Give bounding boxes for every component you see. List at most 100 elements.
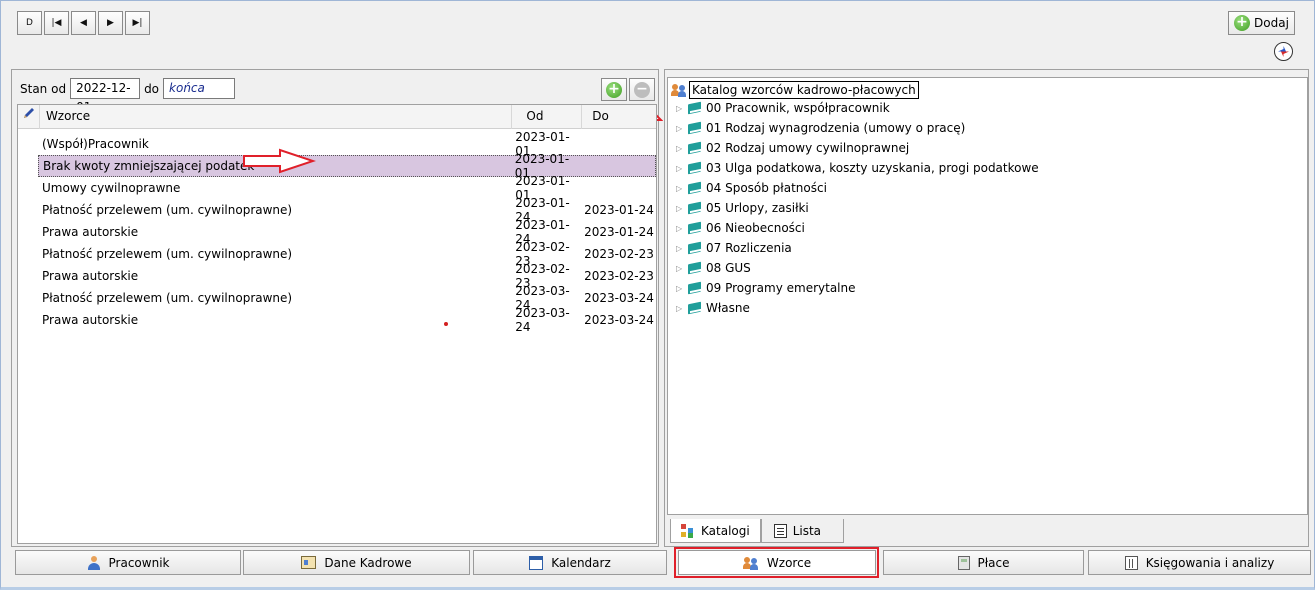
compass-icon[interactable] [1274,42,1293,61]
tree-node[interactable]: ▷ Własne [676,298,750,318]
tree-node[interactable]: ▷ 07 Rozliczenia [676,238,792,258]
catalog-tree: Katalog wzorców kadrowo-płacowych ▷ 00 Pr… [667,77,1308,515]
ledger-icon [1124,555,1138,570]
tree-node[interactable]: ▷ 01 Rodzaj wynagrodzenia (umowy o pracę) [676,118,965,138]
compass-glyph [1278,46,1289,57]
cell-name: Płatność przelewem (um. cywilnoprawne) [42,203,293,217]
cell-name: Płatność przelewem (um. cywilnoprawne) [42,247,293,261]
expand-arrow-icon[interactable]: ▷ [676,244,684,253]
tree-node-label: 00 Pracownik, współpracownik [706,101,890,115]
expand-arrow-icon[interactable]: ▷ [676,164,684,173]
tree-node[interactable]: ▷ 04 Sposób płatności [676,178,827,198]
tree-node-label: 01 Rodzaj wynagrodzenia (umowy o pracę) [706,121,966,135]
book-icon [688,242,702,254]
catalog-tree-icon [681,523,695,538]
cell-to: 2023-01-24 [584,225,654,239]
tree-node-label: 04 Sposób płatności [706,181,827,195]
catalog-panel: Katalog wzorców kadrowo-płacowych ▷ 00 Pr… [664,69,1309,547]
tab-kalendarz[interactable]: Kalendarz [473,550,667,575]
tree-node[interactable]: ▷ 00 Pracownik, współpracownik [676,98,890,118]
expand-arrow-icon[interactable]: ▷ [676,284,684,293]
column-header-do[interactable]: Do [582,105,656,129]
tree-node[interactable]: ▷ 02 Rodzaj umowy cywilnoprawnej [676,138,909,158]
date-filter: Stan od 2022-12-01 do końca [20,78,236,114]
tree-root[interactable]: Katalog wzorców kadrowo-płacowych [671,81,919,99]
first-button[interactable]: |◀ [44,11,69,35]
edit-column-header[interactable] [18,105,40,129]
expand-arrow-icon[interactable]: ▷ [676,304,684,313]
cell-to: 2023-02-23 [584,247,654,261]
column-header-od[interactable]: Od [512,105,583,129]
book-icon [688,162,702,174]
book-icon [688,262,702,274]
catalog-view-tabs: Katalogi Lista [670,519,845,543]
book-icon [688,142,702,154]
tab-wzorce[interactable]: Wzorce [678,550,876,575]
grid-header: Wzorce Od Do [18,105,656,129]
next-button[interactable]: ▶ [98,11,123,35]
date-to-label: do [144,81,160,96]
book-icon [688,302,702,314]
expand-arrow-icon[interactable]: ▷ [676,104,684,113]
expand-arrow-icon[interactable]: ▷ [676,184,684,193]
book-icon [688,122,702,134]
tab-place[interactable]: Płace [883,550,1084,575]
tree-node[interactable]: ▷ 05 Urlopy, zasiłki [676,198,809,218]
expand-arrow-icon[interactable]: ▷ [676,224,684,233]
cell-from: 2023-03-24 [515,306,570,334]
pencil-icon [24,108,34,118]
first-record-button[interactable]: D [17,11,42,35]
previous-button[interactable]: ◀ [71,11,96,35]
tab-katalogi[interactable]: Katalogi [670,519,761,543]
tree-node[interactable]: ▷ 03 Ulga podatkowa, koszty uzyskania, pr… [676,158,1039,178]
list-icon [773,523,787,538]
book-icon [688,282,702,294]
book-icon [688,202,702,214]
cell-name: Umowy cywilnoprawne [42,181,181,195]
add-button-label: Dodaj [1254,16,1289,30]
date-to-input[interactable]: końca [163,78,236,99]
tab-dane-kadrowe-label: Dane Kadrowe [324,555,412,570]
expand-arrow-icon[interactable]: ▷ [676,144,684,153]
tree-node-label: 05 Urlopy, zasiłki [706,201,809,215]
cell-to: 2023-03-24 [584,291,654,305]
calendar-icon [529,555,544,570]
cell-name: Prawa autorskie [42,225,139,239]
tree-node-label: 08 GUS [706,261,751,275]
cell-to: 2023-03-24 [584,313,654,327]
last-button[interactable]: ▶| [125,11,150,35]
nav-label: ▶ [107,18,114,28]
tree-node[interactable]: ▷ 08 GUS [676,258,751,278]
tab-dane-kadrowe[interactable]: Dane Kadrowe [243,550,470,575]
tree-node-label: 06 Nieobecności [706,221,805,235]
book-icon [688,182,702,194]
tab-pracownik[interactable]: Pracownik [15,550,241,575]
people-icon [742,556,759,570]
cell-name: Prawa autorskie [42,269,139,283]
templates-grid: Wzorce Od Do (Współ)Pracownik 2023-01-01… [17,104,657,544]
add-button[interactable]: + Dodaj [1228,11,1295,35]
cell-to: 2023-02-23 [584,269,654,283]
column-header-wzorce[interactable]: Wzorce [40,105,513,129]
tab-pracownik-label: Pracownik [108,555,170,570]
tab-lista[interactable]: Lista [760,519,845,543]
date-from-input[interactable]: 2022-12-01 [70,78,141,114]
templates-panel: Stan od 2022-12-01 do końca + − Wzorce O… [11,69,663,547]
tab-kalendarz-label: Kalendarz [551,555,611,570]
plus-icon: + [606,81,622,98]
tree-node[interactable]: ▷ 09 Programy emerytalne [676,278,856,298]
expand-arrow-icon[interactable]: ▷ [676,204,684,213]
person-icon [87,555,101,570]
state-from-label: Stan od [20,81,67,96]
add-template-button[interactable]: + [601,78,627,101]
book-icon [688,102,702,114]
remove-template-button[interactable]: − [629,78,655,101]
book-icon [688,222,702,234]
expand-arrow-icon[interactable]: ▷ [676,124,684,133]
expand-arrow-icon[interactable]: ▷ [676,264,684,273]
nav-label: D [26,18,33,28]
table-row[interactable]: Prawa autorskie 2023-03-24 2023-03-24 [18,306,656,334]
tree-node[interactable]: ▷ 06 Nieobecności [676,218,805,238]
plus-icon: + [1234,15,1251,31]
tab-ksiegowania[interactable]: Księgowania i analizy [1088,550,1311,575]
